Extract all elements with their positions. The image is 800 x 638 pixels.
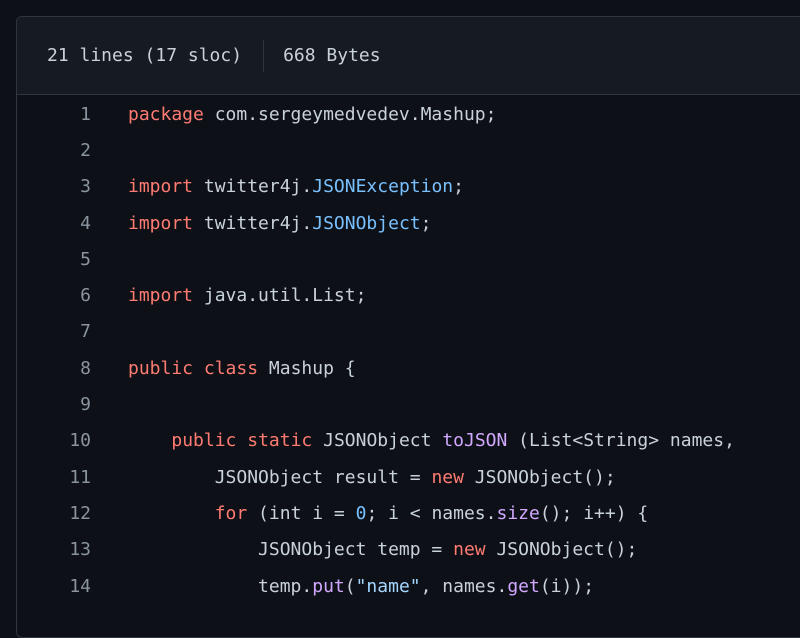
code-line: 14 temp.put("name", names.get(i));: [17, 568, 800, 604]
code-line: 13 JSONObject temp = new JSONObject();: [17, 532, 800, 568]
line-number[interactable]: 13: [17, 539, 91, 560]
code-line: 2: [17, 132, 800, 168]
code-line: 4 import twitter4j.JSONObject;: [17, 205, 800, 241]
code-token: Mashup {: [258, 357, 356, 379]
code-token: for: [214, 502, 248, 524]
code-token: twitter4j.: [193, 212, 313, 234]
line-code: public static JSONObject toJSON (List<St…: [91, 430, 735, 451]
line-number[interactable]: 2: [17, 140, 91, 161]
line-code: JSONObject temp = new JSONObject();: [91, 539, 637, 560]
code-token: com.sergeymedvedev.Mashup;: [203, 103, 497, 125]
code-token: new: [453, 539, 486, 561]
code-line: 8 public class Mashup {: [17, 350, 800, 386]
code-token: import: [128, 285, 194, 307]
code-token: static: [247, 430, 313, 452]
code-view: 1 package com.sergeymedvedev.Mashup; 2 3 imp…: [17, 95, 800, 604]
code-token: (i));: [539, 575, 595, 597]
line-code: public class Mashup {: [91, 358, 356, 379]
line-code: temp.put("name", names.get(i));: [91, 576, 594, 597]
code-token: import: [128, 176, 194, 198]
file-size: 668 Bytes: [283, 45, 381, 66]
code-token: , names.: [420, 575, 508, 597]
code-token: temp.: [128, 575, 313, 597]
line-code: JSONObject result = new JSONObject();: [91, 467, 616, 488]
code-line: 10 public static JSONObject toJSON (List…: [17, 423, 800, 459]
code-token: 0: [355, 502, 367, 524]
line-number[interactable]: 12: [17, 503, 91, 524]
code-token: put: [312, 575, 345, 597]
line-number[interactable]: 6: [17, 285, 91, 306]
code-token: JSONException: [312, 176, 454, 198]
code-token: size: [496, 502, 540, 524]
code-token: twitter4j.: [193, 176, 313, 198]
file-viewer: 21 lines (17 sloc) 668 Bytes 1 package co…: [16, 16, 800, 638]
code-line: 7: [17, 314, 800, 350]
line-number[interactable]: 14: [17, 576, 91, 597]
line-number[interactable]: 7: [17, 321, 91, 342]
code-line: 3 import twitter4j.JSONException;: [17, 169, 800, 205]
code-token: JSONObject temp =: [128, 539, 454, 561]
line-number[interactable]: 11: [17, 467, 91, 488]
code-token: (int i =: [247, 502, 356, 524]
code-token: public: [171, 430, 237, 452]
code-token: class: [203, 357, 259, 379]
code-line: 1 package com.sergeymedvedev.Mashup;: [17, 96, 800, 132]
code-line: 11 JSONObject result = new JSONObject();: [17, 459, 800, 495]
line-number[interactable]: 10: [17, 430, 91, 451]
line-number[interactable]: 9: [17, 394, 91, 415]
code-token: package: [128, 103, 204, 125]
code-token: JSONObject: [312, 212, 421, 234]
line-number[interactable]: 3: [17, 176, 91, 197]
code-token: JSONObject result =: [128, 466, 432, 488]
code-token: JSONObject();: [463, 466, 616, 488]
code-token: toJSON: [442, 430, 508, 452]
code-token: ;: [453, 176, 464, 198]
line-number[interactable]: 4: [17, 213, 91, 234]
code-token: java.util.List;: [193, 285, 367, 307]
code-token: public: [128, 357, 194, 379]
line-number[interactable]: 8: [17, 358, 91, 379]
code-line: 9: [17, 386, 800, 422]
file-info-header: 21 lines (17 sloc) 668 Bytes: [17, 17, 800, 95]
line-code: import twitter4j.JSONException;: [91, 176, 464, 197]
code-token: get: [507, 575, 540, 597]
code-token: (List<String> names,: [507, 430, 735, 452]
line-code: for (int i = 0; i < names.size(); i++) {: [91, 502, 649, 524]
line-code: import twitter4j.JSONObject;: [91, 213, 431, 234]
code-token: new: [431, 466, 464, 488]
code-token: (: [344, 575, 356, 597]
code-token: ; i < names.: [366, 502, 497, 524]
line-number[interactable]: 1: [17, 104, 91, 125]
code-token: "name": [355, 575, 421, 597]
code-token: import: [128, 212, 194, 234]
code-line: 5: [17, 241, 800, 277]
code-token: JSONObject();: [485, 539, 638, 561]
code-token: JSONObject: [312, 430, 443, 452]
line-number[interactable]: 5: [17, 249, 91, 270]
code-line: 12 for (int i = 0; i < names.size(); i++…: [17, 495, 800, 531]
line-count: 21 lines (17 sloc): [47, 45, 243, 66]
code-line: 6 import java.util.List;: [17, 277, 800, 313]
code-token: ;: [420, 212, 432, 234]
line-code: import java.util.List;: [91, 285, 366, 306]
line-code: package com.sergeymedvedev.Mashup;: [91, 104, 496, 125]
code-token: (); i++) {: [539, 502, 649, 524]
